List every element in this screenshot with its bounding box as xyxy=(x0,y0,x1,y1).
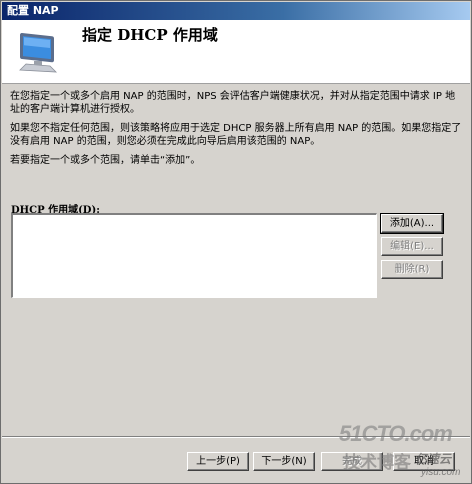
description-paragraph-1: 在您指定一个或多个启用 NAP 的范围时，NPS 会评估客户端健康状况，并对从指… xyxy=(10,91,456,115)
description: 在您指定一个或多个启用 NAP 的范围时，NPS 会评估客户端健康状况，并对从指… xyxy=(10,90,462,173)
next-button[interactable]: 下一步(N) xyxy=(253,452,315,471)
window-title: 配置 NAP xyxy=(2,2,470,20)
delete-button[interactable]: 删除(R) xyxy=(381,260,443,279)
description-paragraph-3: 若要指定一个或多个范围，请单击“添加”。 xyxy=(10,155,201,166)
edit-button[interactable]: 编辑(E)... xyxy=(381,237,443,256)
description-paragraph-2: 如果您不指定任何范围，则该策略将应用于选定 DHCP 服务器上所有启用 NAP … xyxy=(10,123,462,147)
watermark-51cto: 51CTO.com xyxy=(339,421,453,446)
add-button[interactable]: 添加(A)... xyxy=(380,213,444,234)
monitor-icon xyxy=(19,33,58,73)
page-title: 指定 DHCP 作用域 xyxy=(82,26,218,44)
scope-listbox[interactable] xyxy=(11,213,377,298)
previous-button[interactable]: 上一步(P) xyxy=(187,452,249,471)
watermark-yisu-url: yisu.com xyxy=(421,467,461,478)
watermark-blog: 技术博客 xyxy=(343,453,411,472)
wizard-window: 配置 NAP 指定 DHCP 作用域 在您指定一个或多个启用 NAP 的范围时，… xyxy=(0,0,472,484)
wizard-header: 指定 DHCP 作用域 xyxy=(2,20,470,84)
watermark-yisu: 亿速云 xyxy=(415,452,452,466)
